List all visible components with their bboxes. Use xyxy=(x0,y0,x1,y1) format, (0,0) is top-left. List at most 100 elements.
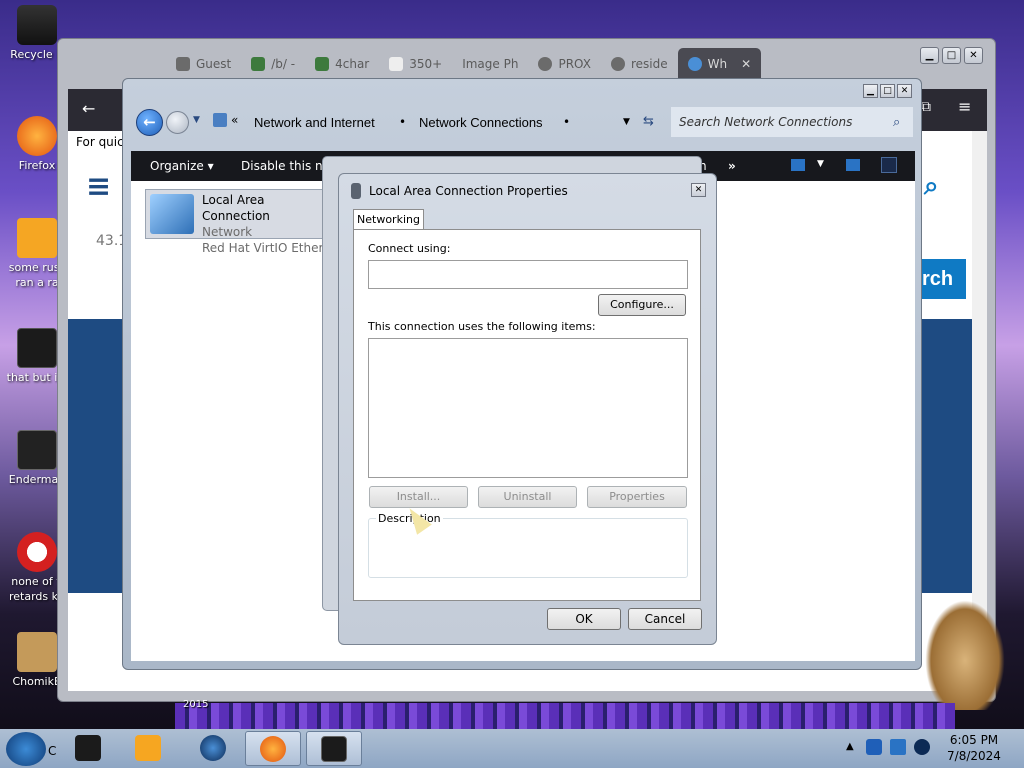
clock-date: 7/8/2024 xyxy=(947,749,1001,763)
globe-icon xyxy=(687,57,702,71)
search-icon[interactable]: ⌕ xyxy=(924,171,939,202)
firefox-tab[interactable]: PROX xyxy=(528,48,600,80)
github-icon xyxy=(610,57,625,71)
network-plug-icon xyxy=(351,183,361,199)
tab-favicon-icon xyxy=(176,57,190,71)
taskbar-app-1[interactable] xyxy=(60,731,116,766)
view-options-icon[interactable] xyxy=(791,159,805,171)
cancel-button[interactable]: Cancel xyxy=(628,608,702,630)
taskbar-firefox[interactable] xyxy=(245,731,301,766)
menu-icon[interactable]: ≡ xyxy=(958,97,971,116)
connection-adapter: Red Hat VirtIO Etherne xyxy=(202,241,324,255)
help-icon[interactable] xyxy=(881,157,897,173)
firefox-tab[interactable]: /b/ - xyxy=(241,48,305,80)
tab-label: Guest xyxy=(196,57,232,71)
breadcrumb-network-connections[interactable]: Network Connections xyxy=(419,115,543,130)
tab-label: /b/ - xyxy=(271,57,296,71)
maximize-button[interactable]: □ xyxy=(942,47,961,64)
address-dropdown-icon[interactable]: ▼ xyxy=(623,117,630,127)
ok-button[interactable]: OK xyxy=(547,608,621,630)
firefox-tab[interactable]: Image Ph xyxy=(452,48,528,80)
back-arrow-icon[interactable]: ← xyxy=(82,99,95,118)
firefox-tab-active[interactable]: Wh ✕ xyxy=(677,48,762,80)
minimize-button[interactable]: ▁ xyxy=(920,47,939,64)
firefox-tab[interactable]: 4char xyxy=(305,48,379,80)
network-adapter-icon xyxy=(150,194,194,234)
connection-items-list[interactable] xyxy=(368,338,688,478)
start-button[interactable] xyxy=(6,732,46,766)
page-search-button[interactable]: rch xyxy=(922,259,966,299)
breadcrumb-overflow-icon[interactable]: « xyxy=(231,113,238,127)
breadcrumb-network-and-internet[interactable]: Network and Internet xyxy=(254,115,375,130)
local-area-connection-properties-dialog: Local Area Connection Properties ✕ Netwo… xyxy=(338,173,717,645)
tab-label: 350+ xyxy=(409,57,443,71)
history-dropdown-icon[interactable]: ▼ xyxy=(193,115,200,125)
more-options-icon[interactable]: » xyxy=(728,159,736,173)
maximize-button[interactable]: □ xyxy=(880,84,895,98)
preview-pane-icon[interactable] xyxy=(846,159,860,171)
configure-button[interactable]: Configure... xyxy=(598,294,686,316)
breadcrumb-separator: • xyxy=(563,115,571,129)
tray-app-icon[interactable] xyxy=(866,739,882,755)
close-button[interactable]: ✕ xyxy=(691,183,706,197)
recycle-bin-icon xyxy=(17,5,57,45)
firefox-tab[interactable]: Guest xyxy=(166,48,241,80)
taskbar-app-2[interactable] xyxy=(120,731,176,766)
tab-label: reside xyxy=(630,57,668,71)
search-icon[interactable]: ⌕ xyxy=(893,115,900,130)
firefox-tab-strip: Guest /b/ - 4char 350+ Image Ph PROX res… xyxy=(166,48,866,80)
taskbar-network-connections[interactable] xyxy=(306,731,362,766)
hamburger-menu-icon[interactable]: ≡ xyxy=(86,169,111,204)
tab-label: Wh xyxy=(707,57,728,71)
tray-expand-icon[interactable]: ▲ xyxy=(846,741,854,752)
uninstall-button[interactable]: Uninstall xyxy=(478,486,577,508)
tab-label: PROX xyxy=(558,57,591,71)
github-icon xyxy=(538,57,553,71)
connection-status: Network xyxy=(202,225,253,239)
back-button[interactable]: ← xyxy=(136,109,163,136)
network-window-icon xyxy=(321,736,347,762)
file-icon xyxy=(17,328,57,368)
desktop-strip xyxy=(175,703,955,729)
firefox-icon xyxy=(17,116,57,156)
address-bar: ← ▼ « Network and Internet • Network Con… xyxy=(123,103,921,149)
local-area-connection-item[interactable]: Local Area Connection Network Red Hat Vi… xyxy=(145,189,325,255)
taskbar-partial-label: C xyxy=(48,744,57,758)
properties-button[interactable]: Properties xyxy=(587,486,687,508)
organize-button[interactable]: Organize ▾ xyxy=(150,159,214,173)
search-network-connections-input[interactable]: Search Network Connections xyxy=(671,107,913,137)
close-button[interactable]: ✕ xyxy=(964,47,983,64)
window-icon xyxy=(75,735,101,761)
firefox-tab[interactable]: reside xyxy=(601,48,678,80)
globe-icon xyxy=(200,735,226,761)
connect-using-label: Connect using: xyxy=(368,242,451,255)
close-button[interactable]: ✕ xyxy=(897,84,912,98)
refresh-icon[interactable]: ⇆ xyxy=(643,114,654,129)
breadcrumb-separator: • xyxy=(399,115,407,129)
media-player-icon xyxy=(135,735,161,761)
disable-network-button[interactable]: Disable this net xyxy=(241,159,335,173)
firefox-tab[interactable]: 350+ xyxy=(379,48,452,80)
file-icon xyxy=(17,532,57,572)
clock[interactable]: 6:05 PM 7/8/2024 xyxy=(934,732,1014,764)
minimize-button[interactable]: ▁ xyxy=(863,84,878,98)
tray-volume-icon[interactable] xyxy=(914,739,930,755)
tab-label: 4char xyxy=(335,57,370,71)
clock-time: 6:05 PM xyxy=(949,733,999,747)
taskbar-app-3[interactable] xyxy=(185,731,241,766)
firefox-icon xyxy=(260,736,286,762)
tray-network-icon[interactable] xyxy=(890,739,906,755)
control-panel-icon xyxy=(213,113,227,127)
tab-label: Image Ph xyxy=(462,57,519,71)
hamster-icon xyxy=(17,632,57,672)
extensions-icon[interactable]: ⧉ xyxy=(921,99,931,115)
year-text: 2015 xyxy=(183,699,209,710)
file-icon xyxy=(17,218,57,258)
tab-networking[interactable]: Networking xyxy=(353,209,424,231)
forward-button[interactable] xyxy=(166,111,189,134)
connection-name: Local Area Connection xyxy=(202,193,270,223)
close-tab-icon[interactable]: ✕ xyxy=(741,57,751,71)
items-label: This connection uses the following items… xyxy=(368,320,596,333)
view-dropdown-icon[interactable]: ▼ xyxy=(817,159,824,169)
adapter-field[interactable] xyxy=(368,260,688,289)
